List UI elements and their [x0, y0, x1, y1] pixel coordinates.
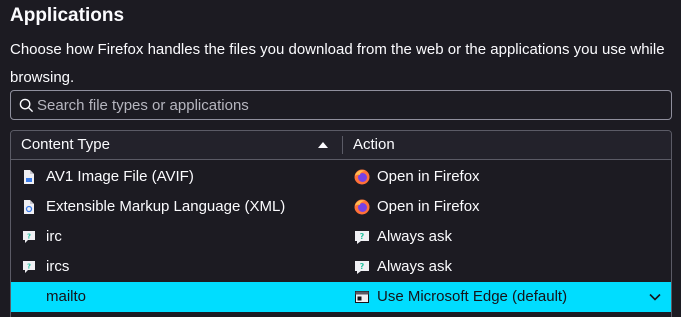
xml-document-icon [24, 200, 34, 214]
content-type-label: irc [46, 228, 62, 245]
ask-icon: ? [355, 231, 369, 244]
svg-text:?: ? [360, 232, 365, 241]
firefox-icon [354, 169, 370, 185]
search-box[interactable] [10, 90, 672, 120]
sort-ascending-icon[interactable] [318, 142, 328, 148]
action-dropdown[interactable]: Use Microsoft Edge (default) [342, 282, 671, 312]
svg-text:?: ? [360, 262, 365, 271]
section-description: Choose how Firefox handles the files you… [10, 41, 665, 86]
svg-text:?: ? [27, 263, 31, 271]
table-row[interactable]: AV1 Image File (AVIF) Open in Firefox [11, 162, 671, 192]
action-label: Always ask [377, 228, 453, 245]
applications-table: Content Type Action AV1 Image File (AVIF… [10, 130, 672, 317]
table-row[interactable]: Extensible Markup Language (XML) Open in… [11, 192, 671, 222]
action-label: Open in Firefox [377, 198, 480, 215]
content-type-label: ircs [46, 258, 70, 275]
search-icon [19, 98, 34, 113]
table-row[interactable]: ? irc ? Always ask [11, 222, 671, 252]
chat-icon: ? [23, 261, 35, 273]
document-icon [24, 170, 34, 184]
content-type-label: AV1 Image File (AVIF) [46, 168, 194, 185]
applications-section: Applications Choose how Firefox handles … [0, 0, 681, 317]
content-type-label: Extensible Markup Language (XML) [46, 198, 286, 215]
ask-icon: ? [355, 261, 369, 274]
column-header-content-type[interactable]: Content Type [21, 131, 110, 159]
app-window-icon [355, 291, 369, 303]
action-label: Always ask [377, 258, 453, 275]
firefox-icon [354, 199, 370, 215]
table-row-selected[interactable]: mailto Use Microsoft Edge (default) [11, 282, 671, 312]
table-header: Content Type Action [11, 131, 671, 160]
action-label: Open in Firefox [377, 168, 480, 185]
svg-text:?: ? [27, 233, 31, 241]
content-type-label: mailto [46, 288, 87, 305]
action-label: Use Microsoft Edge (default) [377, 288, 568, 305]
section-title: Applications [10, 5, 125, 26]
column-header-action[interactable]: Action [353, 131, 395, 159]
chevron-down-icon[interactable] [649, 293, 661, 301]
table-row[interactable]: ? ircs ? Always ask [11, 252, 671, 282]
chat-icon: ? [23, 231, 35, 243]
search-input[interactable] [37, 91, 657, 119]
column-divider[interactable] [342, 136, 343, 154]
